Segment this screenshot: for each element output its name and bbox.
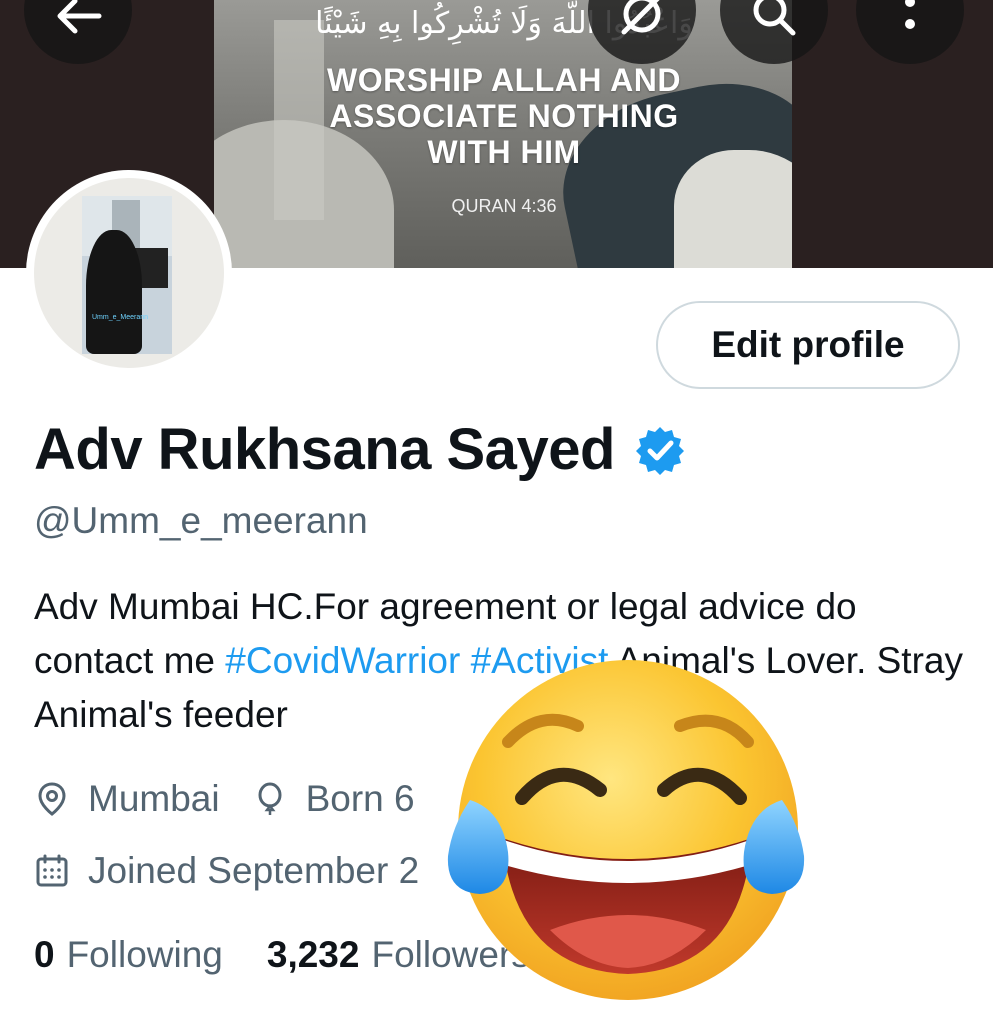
edit-profile-button[interactable]: Edit profile bbox=[656, 301, 960, 389]
joined-date: Joined September 2 bbox=[88, 850, 420, 891]
arrow-left-icon bbox=[57, 0, 102, 34]
location-pin-icon bbox=[38, 782, 66, 816]
banner-headline-line: WITH HIM bbox=[427, 134, 581, 170]
following-link[interactable]: 0 Following bbox=[34, 934, 223, 976]
profile-page: وَاعْبُدُوا اللَّهَ وَلَا تُشْرِكُوا بِه… bbox=[0, 0, 993, 1024]
balloon-icon bbox=[258, 782, 282, 815]
banner-image: وَاعْبُدُوا اللَّهَ وَلَا تُشْرِكُوا بِه… bbox=[214, 0, 792, 268]
display-name: Adv Rukhsana Sayed bbox=[34, 417, 615, 482]
avatar-caption: Umm_e_Meerann bbox=[92, 314, 149, 321]
following-count: 0 bbox=[34, 934, 55, 975]
laughing-crying-emoji-icon bbox=[447, 660, 805, 1000]
avatar-figure bbox=[86, 230, 142, 354]
search-icon bbox=[753, 0, 796, 36]
location: Mumbai bbox=[88, 778, 220, 819]
banner-headline-line: ASSOCIATE NOTHING bbox=[329, 98, 679, 134]
birth-date: Born 6 bbox=[305, 778, 415, 819]
profile-joined-row: Joined September 2 bbox=[34, 850, 419, 892]
followers-count: 3,232 bbox=[266, 934, 360, 975]
handle: @Umm_e_meerann bbox=[34, 500, 368, 541]
banner-reference: QURAN 4:36 bbox=[451, 196, 557, 216]
verified-badge-icon[interactable] bbox=[635, 425, 685, 475]
avatar[interactable]: Umm_e_Meerann bbox=[26, 170, 232, 376]
more-vertical-icon bbox=[905, 0, 915, 29]
profile-meta-row: Mumbai Born 6 bbox=[34, 778, 415, 820]
name-row: Adv Rukhsana Sayed bbox=[34, 416, 685, 483]
banner-headline: WORSHIP ALLAH AND ASSOCIATE NOTHING WITH… bbox=[254, 62, 754, 170]
grok-icon bbox=[621, 0, 661, 35]
avatar-image: Umm_e_Meerann bbox=[34, 178, 224, 368]
calendar-icon bbox=[36, 854, 68, 887]
following-label: Following bbox=[66, 934, 223, 975]
banner-headline-line: WORSHIP ALLAH AND bbox=[327, 62, 681, 98]
